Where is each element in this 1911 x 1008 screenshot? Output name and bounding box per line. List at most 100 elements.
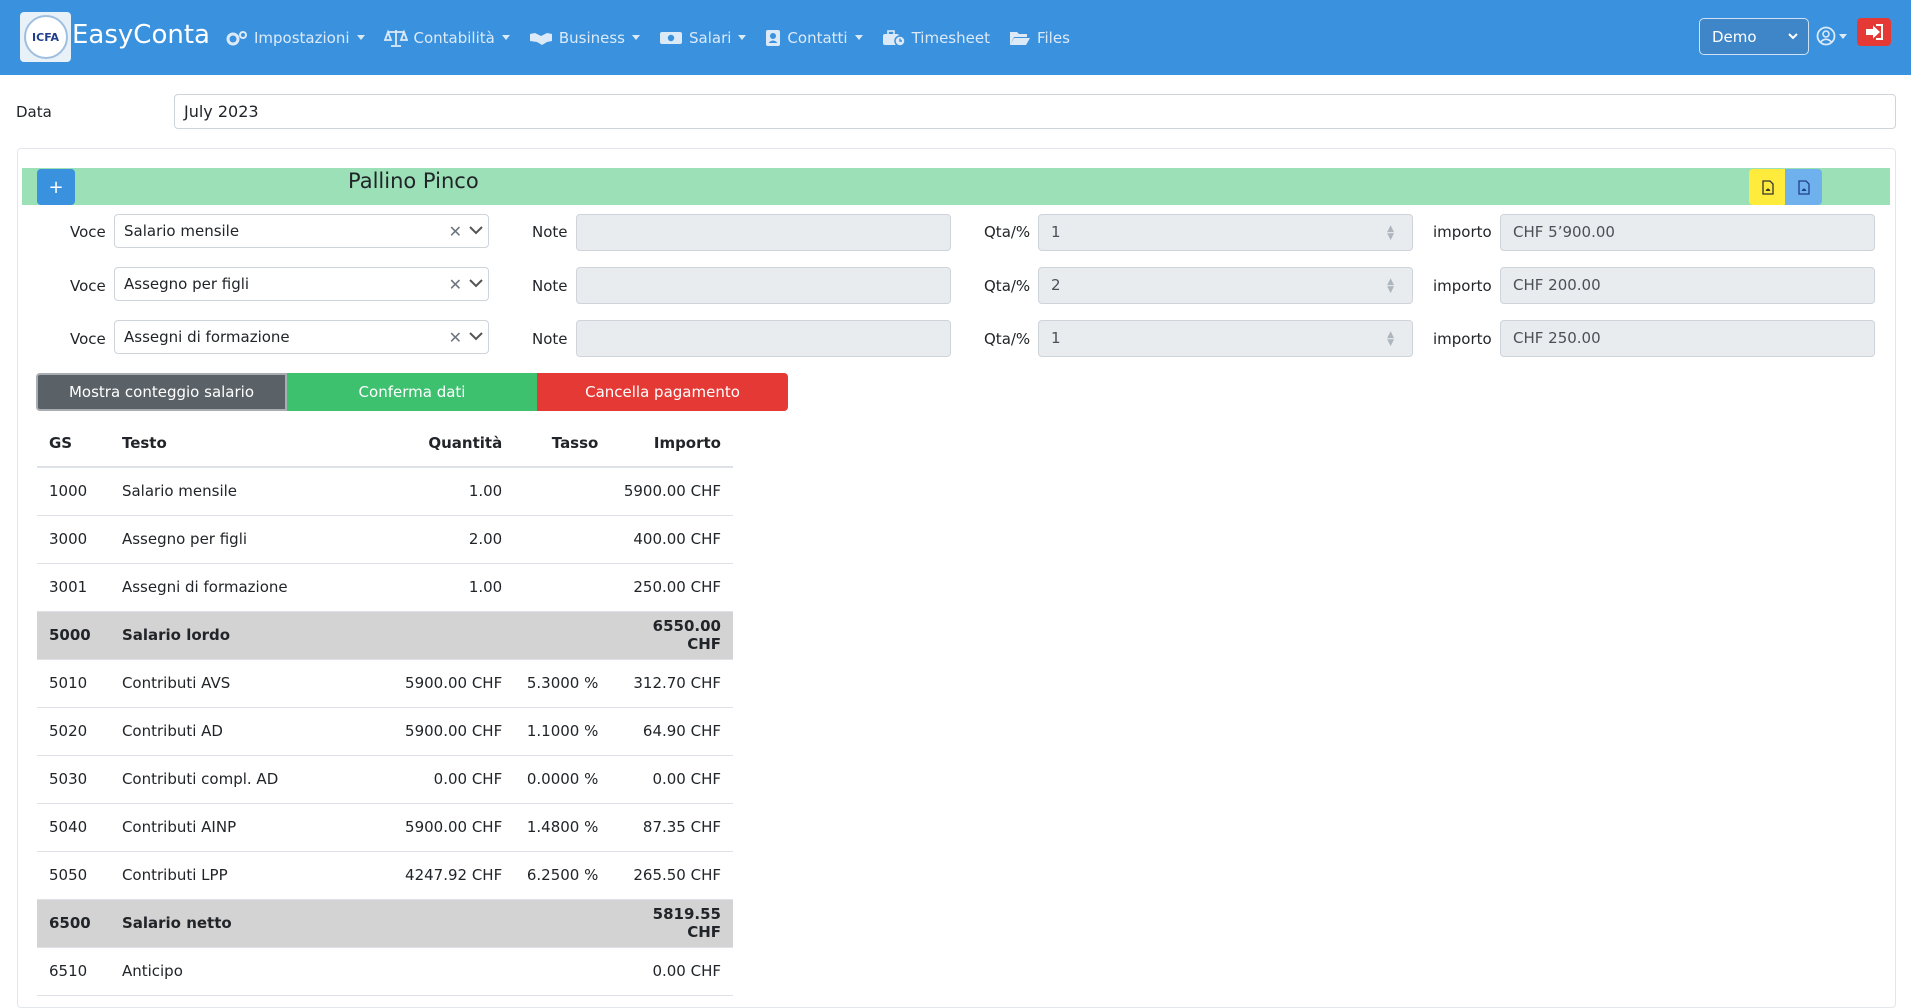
voce-select[interactable]: Salario mensile ✕ (114, 214, 489, 248)
cell-quantita: 0.00 CHF (315, 755, 515, 804)
cell-tasso (514, 611, 611, 660)
table-row: 3000 Assegno per figli 2.00 400.00 CHF (37, 515, 733, 564)
note-input[interactable] (576, 320, 951, 357)
cell-gs: 5020 (37, 707, 110, 756)
user-circle-icon (1816, 26, 1836, 46)
cell-gs: 5000 (37, 611, 110, 660)
qta-input[interactable]: 2 ▲ ▼ (1038, 267, 1413, 304)
caret-down-icon (632, 35, 640, 40)
cell-quantita: 5900.00 CHF (315, 707, 515, 756)
note-input[interactable] (576, 214, 951, 251)
business-time-icon (882, 29, 906, 47)
qta-input[interactable]: 1 ▲ ▼ (1038, 214, 1413, 251)
cell-testo: Contributi AVS (109, 659, 316, 708)
confirm-button[interactable]: Conferma dati (287, 373, 537, 411)
cell-importo: 64.90 CHF (610, 707, 733, 756)
user-menu[interactable] (1816, 26, 1847, 46)
logout-button[interactable] (1857, 18, 1891, 46)
sign-out-icon (1866, 24, 1883, 40)
clear-icon[interactable]: ✕ (449, 275, 462, 294)
voce-label: Voce (70, 277, 106, 295)
salary-table-body: 1000 Salario mensile 1.00 5900.00 CHF 3000 As… (37, 467, 733, 996)
menu-salari[interactable]: Salari (659, 29, 747, 47)
note-input[interactable] (576, 267, 951, 304)
menu-timesheet[interactable]: Timesheet (882, 29, 990, 47)
cell-importo: 400.00 CHF (610, 515, 733, 564)
clear-icon[interactable]: ✕ (449, 222, 462, 241)
cell-testo: Salario mensile (109, 467, 316, 516)
caret-down-icon (738, 35, 747, 40)
salary-table: GS Testo Quantità Tasso Importo 1000 Sala… (37, 420, 733, 996)
cell-tasso: 5.3000 % (514, 659, 611, 708)
caret-down-icon (501, 35, 510, 40)
menu-contabilita[interactable]: Contabilità (383, 29, 510, 47)
cell-importo: 5900.00 CHF (610, 467, 733, 516)
add-item-button[interactable]: + (37, 169, 75, 205)
pdf-preview-button[interactable] (1785, 169, 1822, 205)
app-logo[interactable]: ICFA (20, 12, 71, 62)
cancel-payment-button[interactable]: Cancella pagamento (537, 373, 788, 411)
date-input[interactable]: July 2023 (174, 94, 1896, 129)
cell-gs: 6500 (37, 899, 110, 948)
cell-importo: 265.50 CHF (610, 851, 733, 900)
note-label: Note (532, 277, 568, 295)
cell-quantita (315, 899, 515, 948)
importo-field[interactable]: CHF 250.00 (1500, 320, 1875, 357)
subtotal-row: 6500 Salario netto 5819.55 CHF (37, 899, 733, 948)
cell-gs: 5050 (37, 851, 110, 900)
cell-importo: 5819.55 CHF (610, 899, 733, 948)
cell-testo: Assegno per figli (109, 515, 316, 564)
menu-business[interactable]: Business (529, 29, 640, 47)
handshake-icon (529, 32, 552, 45)
cell-importo: 250.00 CHF (610, 563, 733, 612)
caret-down-icon (1839, 33, 1847, 39)
cell-importo: 0.00 CHF (610, 947, 733, 996)
gears-icon (226, 30, 247, 45)
cell-tasso: 1.1000 % (514, 707, 611, 756)
importo-label: importo (1433, 330, 1492, 348)
brand-name[interactable]: EasyConta (72, 20, 210, 50)
menu-label: Contatti (787, 28, 848, 47)
clear-icon[interactable]: ✕ (449, 328, 462, 347)
qta-value: 1 (1051, 329, 1061, 347)
company-select-value: Demo (1712, 27, 1757, 46)
cell-quantita: 1.00 (315, 563, 515, 612)
cell-importo: 0.00 CHF (610, 755, 733, 804)
stepper-icon[interactable]: ▲ ▼ (1387, 278, 1394, 295)
subtotal-row: 5000 Salario lordo 6550.00 CHF (37, 611, 733, 660)
stepper-icon[interactable]: ▲ ▼ (1387, 331, 1394, 348)
cell-gs: 3001 (37, 563, 110, 612)
cell-quantita (315, 611, 515, 660)
voce-select[interactable]: Assegno per figli ✕ (114, 267, 489, 301)
cell-gs: 1000 (37, 467, 110, 516)
qta-input[interactable]: 1 ▲ ▼ (1038, 320, 1413, 357)
cell-testo: Salario netto (109, 899, 316, 948)
menu-label: Business (558, 28, 625, 47)
menu-files[interactable]: Files (1009, 29, 1070, 47)
voce-select-value: Assegni di formazione (124, 328, 290, 346)
menu-contatti[interactable]: Contatti (765, 28, 863, 47)
col-header-gs: GS (37, 420, 110, 468)
company-select[interactable]: Demo (1699, 18, 1809, 55)
chevron-down-icon (469, 279, 483, 288)
cell-testo: Contributi AD (109, 707, 316, 756)
show-payslip-button[interactable]: Mostra conteggio salario (36, 373, 287, 411)
date-label: Data (16, 103, 52, 121)
qta-label: Qta/% (984, 223, 1031, 241)
cell-gs: 5010 (37, 659, 110, 708)
chevron-down-icon (469, 226, 483, 235)
importo-field[interactable]: CHF 200.00 (1500, 267, 1875, 304)
table-row: 5010 Contributi AVS 5900.00 CHF 5.3000 % 312… (37, 659, 733, 708)
menu-impostazioni[interactable]: Impostazioni (226, 29, 365, 47)
logo-badge: ICFA (23, 15, 68, 59)
importo-field[interactable]: CHF 5’900.00 (1500, 214, 1875, 251)
cell-testo: Contributi LPP (109, 851, 316, 900)
cell-testo: Contributi AINP (109, 803, 316, 852)
stepper-icon[interactable]: ▲ ▼ (1387, 225, 1394, 242)
pdf-export-button[interactable] (1749, 169, 1786, 205)
cell-testo: Assegni di formazione (109, 563, 316, 612)
voce-select[interactable]: Assegni di formazione ✕ (114, 320, 489, 354)
chevron-down-icon (469, 332, 483, 341)
cell-quantita (315, 947, 515, 996)
address-book-icon (766, 29, 781, 46)
